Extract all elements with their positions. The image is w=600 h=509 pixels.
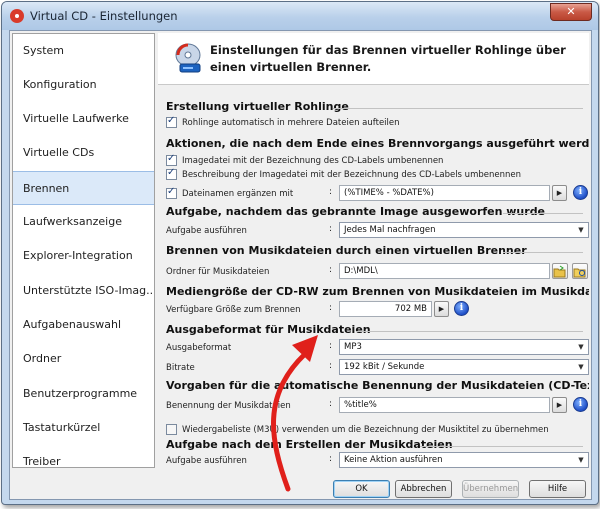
section-divider — [333, 108, 583, 109]
music-naming-menu-button[interactable]: ▶ — [552, 397, 567, 413]
eject-task-value: Jedes Mal nachfragen — [344, 225, 436, 235]
section-divider — [503, 213, 583, 214]
sidebar-item-brennen[interactable]: Brennen — [13, 171, 154, 205]
sidebar-item-virtuelle-laufwerke[interactable]: Virtuelle Laufwerke — [13, 102, 154, 136]
music-task-value: Keine Aktion ausführen — [344, 455, 443, 465]
section-title-after-music: Aufgabe nach dem Erstellen der Musikdate… — [166, 438, 453, 451]
section-title-after-eject: Aufgabe, nachdem das gebrannte Image aus… — [166, 205, 546, 218]
sidebar-item-laufwerksanzeige[interactable]: Laufwerksanzeige — [13, 205, 154, 239]
eject-task-label: Aufgabe ausführen — [166, 226, 247, 236]
virtual-cd-app-icon — [10, 9, 24, 23]
dialog-client-area: System Konfiguration Virtuelle Laufwerke… — [9, 30, 592, 500]
section-divider — [356, 331, 583, 332]
section-title-media-size: Mediengröße der CD-RW zum Brennen von Mu… — [166, 285, 589, 298]
panel-header: Einstellungen für das Brennen virtueller… — [158, 33, 589, 85]
rename-description-checkbox[interactable] — [166, 167, 177, 180]
section-title-output-format: Ausgabeformat für Musikdateien — [166, 323, 371, 336]
music-naming-label: Benennung der Musikdateien — [166, 401, 291, 411]
music-naming-input[interactable]: %title% — [339, 397, 550, 413]
apply-button[interactable]: Übernehmen — [462, 480, 519, 498]
rename-image-label: Imagedatei mit der Bezeichnung des CD-La… — [182, 156, 444, 166]
chevron-down-icon: ▼ — [578, 456, 584, 464]
bitrate-value: 192 kBit / Sekunde — [344, 362, 425, 372]
music-task-label: Aufgabe ausführen — [166, 456, 247, 466]
sidebar-item-explorer-integration[interactable]: Explorer-Integration — [13, 239, 154, 273]
append-filename-menu-button[interactable]: ▶ — [552, 185, 567, 201]
available-size-input[interactable]: 702 MB — [339, 301, 432, 317]
sidebar-item-iso-images[interactable]: Unterstützte ISO-Imag... — [13, 274, 154, 308]
split-blanks-checkbox[interactable] — [166, 115, 177, 128]
output-format-label: Ausgabeformat — [166, 343, 232, 353]
section-title-virtual-blanks: Erstellung virtueller Rohlinge — [166, 100, 349, 113]
rename-image-checkbox[interactable] — [166, 153, 177, 166]
append-filename-label: Dateinamen ergänzen mit — [182, 189, 294, 199]
burn-settings-panel: Einstellungen für das Brennen virtueller… — [158, 33, 589, 468]
sidebar-item-system[interactable]: System — [13, 34, 154, 68]
music-task-select[interactable]: Keine Aktion ausführen ▼ — [339, 452, 589, 468]
chevron-down-icon: ▼ — [578, 343, 584, 351]
settings-window: Virtual CD - Einstellungen ✕ System Konf… — [1, 1, 599, 505]
cd-burner-icon — [175, 43, 201, 73]
split-blanks-label: Rohlinge automatisch in mehrere Dateien … — [182, 118, 400, 128]
chevron-down-icon: ▼ — [578, 363, 584, 371]
append-filename-checkbox[interactable] — [166, 186, 177, 199]
music-naming-info-icon[interactable]: i — [573, 397, 588, 412]
use-playlist-label: Wiedergabeliste (M3U) verwenden um die B… — [182, 425, 549, 435]
use-playlist-checkbox[interactable] — [166, 424, 177, 435]
music-folder-input[interactable]: D:\MDL\ — [339, 263, 550, 279]
sidebar-item-treiber[interactable]: Treiber — [13, 445, 154, 479]
section-title-after-burn: Aktionen, die nach dem Ende eines Brennv… — [166, 137, 589, 150]
panel-description: Einstellungen für das Brennen virtueller… — [210, 43, 566, 74]
cancel-button[interactable]: Abbrechen — [395, 480, 452, 498]
sidebar-item-benutzerprogramme[interactable]: Benutzerprogramme — [13, 377, 154, 411]
output-format-select[interactable]: MP3 ▼ — [339, 339, 589, 355]
sidebar-item-tastaturkuerzel[interactable]: Tastaturkürzel — [13, 411, 154, 445]
browse-folder-icon[interactable] — [572, 263, 588, 279]
eject-task-select[interactable]: Jedes Mal nachfragen ▼ — [339, 222, 589, 238]
title-bar[interactable]: Virtual CD - Einstellungen ✕ — [2, 2, 598, 30]
available-size-menu-button[interactable]: ▶ — [434, 301, 449, 317]
settings-category-list: System Konfiguration Virtuelle Laufwerke… — [12, 33, 155, 468]
bitrate-label: Bitrate — [166, 363, 195, 373]
open-folder-icon[interactable] — [552, 263, 568, 279]
section-divider — [503, 252, 583, 253]
section-title-music-burning: Brennen von Musikdateien durch einen vir… — [166, 244, 527, 257]
append-filename-input[interactable]: (%TIME% - %DATE%) — [339, 185, 550, 201]
append-filename-info-icon[interactable]: i — [573, 185, 588, 200]
sidebar-item-aufgabenauswahl[interactable]: Aufgabenauswahl — [13, 308, 154, 342]
available-size-info-icon[interactable]: i — [454, 301, 469, 316]
output-format-value: MP3 — [344, 342, 362, 352]
music-folder-label: Ordner für Musikdateien — [166, 267, 270, 277]
sidebar-item-konfiguration[interactable]: Konfiguration — [13, 68, 154, 102]
sidebar-item-virtuelle-cds[interactable]: Virtuelle CDs — [13, 136, 154, 170]
window-title: Virtual CD - Einstellungen — [30, 9, 178, 23]
close-button[interactable]: ✕ — [550, 3, 592, 21]
help-button[interactable]: Hilfe — [529, 480, 586, 498]
section-title-auto-naming: Vorgaben für die automatische Benennung … — [166, 379, 589, 392]
rename-description-label: Beschreibung der Imagedatei mit der Beze… — [182, 170, 521, 180]
chevron-down-icon: ▼ — [578, 226, 584, 234]
available-size-label: Verfügbare Größe zum Brennen — [166, 305, 301, 315]
ok-button[interactable]: OK — [333, 480, 390, 498]
bitrate-select[interactable]: 192 kBit / Sekunde ▼ — [339, 359, 589, 375]
sidebar-item-ordner[interactable]: Ordner — [13, 342, 154, 376]
section-divider — [420, 446, 583, 447]
